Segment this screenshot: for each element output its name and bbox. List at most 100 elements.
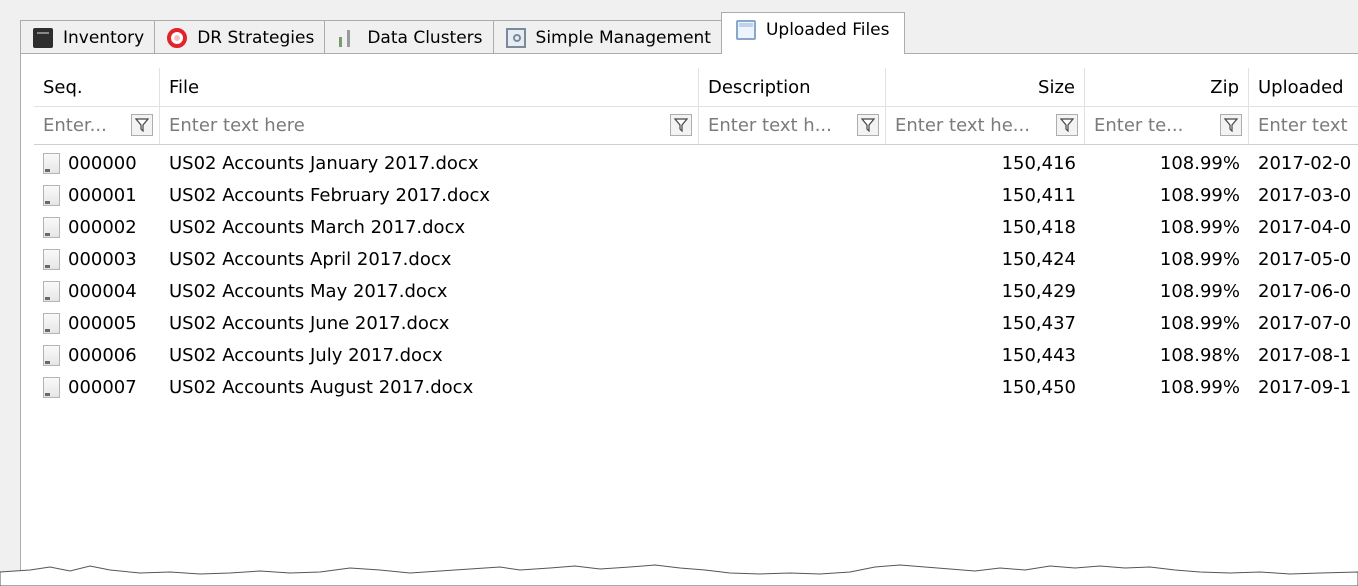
cell-seq: 000001: [34, 179, 160, 211]
column-header-seq[interactable]: Seq.: [34, 68, 160, 106]
filter-input-uploaded[interactable]: Enter text: [1258, 115, 1348, 136]
filter-cell-seq: Enter...: [34, 106, 160, 144]
filter-input-description[interactable]: Enter text h...: [708, 115, 832, 136]
table-row[interactable]: 000006 US02 Accounts July 2017.docx 150,…: [34, 339, 1358, 371]
seq-value: 000004: [68, 280, 137, 302]
cell-description: [699, 371, 886, 403]
filter-icon[interactable]: [131, 114, 153, 136]
tab-label: Simple Management: [535, 27, 711, 48]
column-header-file[interactable]: File: [160, 68, 699, 106]
inventory-icon: [33, 27, 53, 48]
tab-label: Inventory: [63, 27, 145, 48]
cell-seq: 000005: [34, 307, 160, 339]
cell-uploaded: 2017-07-0: [1258, 312, 1352, 334]
document-icon: [43, 152, 60, 174]
filter-cell-description: Enter text h...: [699, 106, 886, 144]
cell-zip: 108.99%: [1159, 248, 1240, 270]
tab-label: Data Clusters: [367, 27, 483, 48]
cell-description: [699, 275, 886, 307]
seq-value: 000001: [68, 184, 137, 206]
cell-seq: 000006: [34, 339, 160, 371]
seq-value: 000000: [68, 152, 137, 174]
grid-rows: 000000 US02 Accounts January 2017.docx 1…: [34, 147, 1358, 403]
filter-input-file[interactable]: Enter text here: [169, 115, 305, 136]
cell-size: 150,443: [1001, 344, 1076, 366]
filter-icon[interactable]: [1056, 114, 1078, 136]
column-header-size[interactable]: Size: [886, 68, 1085, 106]
cell-zip: 108.99%: [1159, 184, 1240, 206]
cell-file: US02 Accounts July 2017.docx: [169, 344, 443, 366]
files-grid: Seq. File Description Size Zip Uploaded …: [34, 68, 1358, 586]
cell-uploaded: 2017-02-0: [1258, 152, 1352, 174]
table-row[interactable]: 000002 US02 Accounts March 2017.docx 150…: [34, 211, 1358, 243]
tab-inventory[interactable]: Inventory: [20, 20, 156, 54]
seq-value: 000003: [68, 248, 137, 270]
cell-zip: 108.98%: [1159, 344, 1240, 366]
cell-size: 150,450: [1001, 376, 1076, 398]
cell-file: US02 Accounts August 2017.docx: [169, 376, 474, 398]
tab-strip: Inventory DR Strategies Data Clusters Si…: [20, 12, 1358, 54]
column-header-zip[interactable]: Zip: [1085, 68, 1249, 106]
cell-seq: 000000: [34, 147, 160, 179]
cell-zip: 108.99%: [1159, 312, 1240, 334]
tab-label: Uploaded Files: [765, 19, 890, 40]
cell-size: 150,429: [1001, 280, 1076, 302]
cell-file: US02 Accounts April 2017.docx: [169, 248, 452, 270]
table-row[interactable]: 000000 US02 Accounts January 2017.docx 1…: [34, 147, 1358, 179]
filter-input-seq[interactable]: Enter...: [43, 115, 107, 136]
table-row[interactable]: 000004 US02 Accounts May 2017.docx 150,4…: [34, 275, 1358, 307]
cell-description: [699, 307, 886, 339]
tab-simple-management[interactable]: Simple Management: [492, 20, 722, 54]
filter-cell-uploaded: Enter text: [1249, 106, 1358, 144]
document-icon: [43, 184, 60, 206]
cell-description: [699, 147, 886, 179]
table-row[interactable]: 000003 US02 Accounts April 2017.docx 150…: [34, 243, 1358, 275]
cell-description: [699, 243, 886, 275]
filter-input-size[interactable]: Enter text he...: [895, 115, 1030, 136]
filter-icon[interactable]: [857, 114, 879, 136]
torn-edge: [0, 564, 1358, 586]
column-header-description[interactable]: Description: [699, 68, 886, 106]
document-icon: [43, 376, 60, 398]
cell-seq: 000004: [34, 275, 160, 307]
filter-icon[interactable]: [1220, 114, 1242, 136]
tab-label: DR Strategies: [197, 27, 315, 48]
cell-file: US02 Accounts January 2017.docx: [169, 152, 479, 174]
cell-uploaded: 2017-08-1: [1258, 344, 1352, 366]
tab-dr-strategies[interactable]: DR Strategies: [154, 20, 326, 54]
cell-seq: 000002: [34, 211, 160, 243]
cell-size: 150,416: [1001, 152, 1076, 174]
cell-file: US02 Accounts June 2017.docx: [169, 312, 450, 334]
cell-seq: 000007: [34, 371, 160, 403]
filter-input-zip[interactable]: Enter te...: [1094, 115, 1183, 136]
document-icon: [43, 344, 60, 366]
cell-file: US02 Accounts May 2017.docx: [169, 280, 448, 302]
cell-zip: 108.99%: [1159, 152, 1240, 174]
cell-zip: 108.99%: [1159, 280, 1240, 302]
table-row[interactable]: 000005 US02 Accounts June 2017.docx 150,…: [34, 307, 1358, 339]
cell-uploaded: 2017-09-1: [1258, 376, 1352, 398]
document-icon: [43, 216, 60, 238]
table-row[interactable]: 000001 US02 Accounts February 2017.docx …: [34, 179, 1358, 211]
cell-size: 150,424: [1001, 248, 1076, 270]
table-row[interactable]: 000007 US02 Accounts August 2017.docx 15…: [34, 371, 1358, 403]
filter-icon[interactable]: [670, 114, 692, 136]
column-header-uploaded[interactable]: Uploaded: [1249, 68, 1358, 106]
tab-data-clusters[interactable]: Data Clusters: [324, 20, 494, 54]
cell-uploaded: 2017-06-0: [1258, 280, 1352, 302]
seq-value: 000006: [68, 344, 137, 366]
cell-description: [699, 179, 886, 211]
cell-uploaded: 2017-05-0: [1258, 248, 1352, 270]
uploaded-files-panel: Seq. File Description Size Zip Uploaded …: [20, 53, 1358, 586]
document-icon: [43, 312, 60, 334]
document-icon: [43, 280, 60, 302]
filter-cell-zip: Enter te...: [1085, 106, 1249, 144]
cell-description: [699, 339, 886, 371]
cell-zip: 108.99%: [1159, 216, 1240, 238]
window-icon: [735, 19, 756, 40]
cell-uploaded: 2017-03-0: [1258, 184, 1352, 206]
lifebuoy-icon: [167, 27, 188, 48]
tab-uploaded-files[interactable]: Uploaded Files: [720, 12, 905, 54]
cell-size: 150,437: [1001, 312, 1076, 334]
filter-cell-size: Enter text he...: [886, 106, 1085, 144]
